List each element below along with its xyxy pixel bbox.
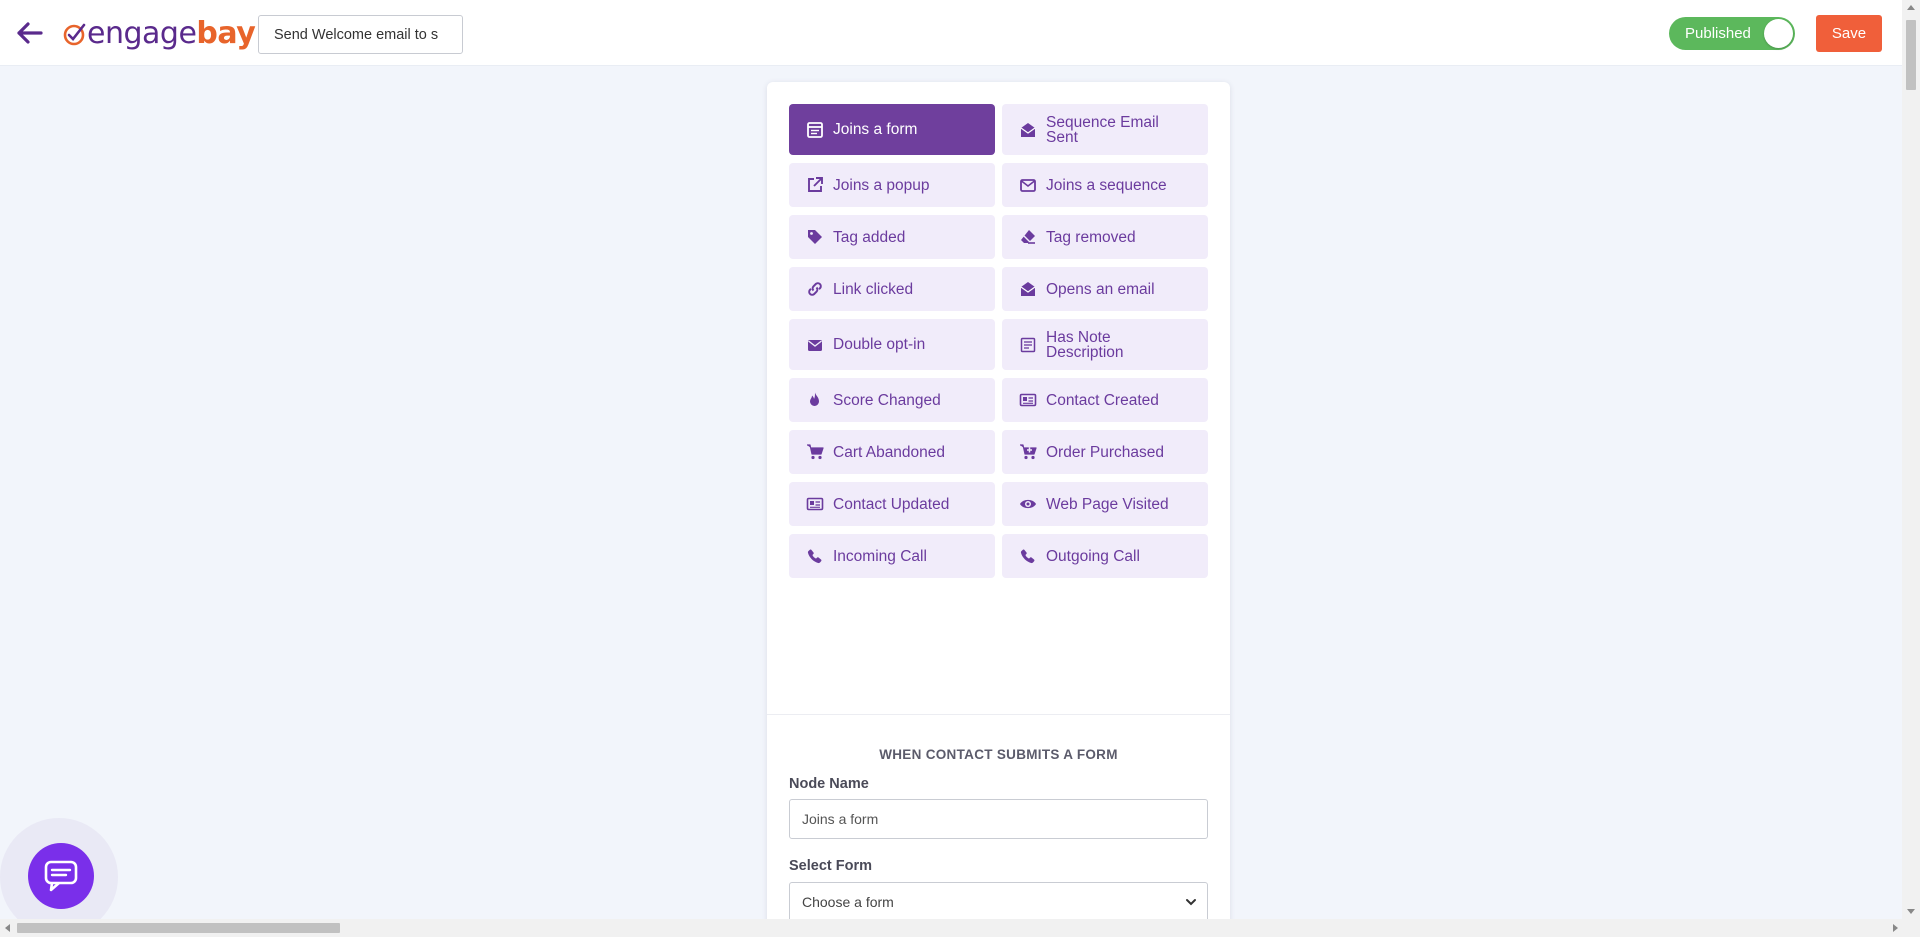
panel-divider [767,714,1230,715]
trigger-label: Order Purchased [1046,443,1165,461]
trigger-joins-a-sequence[interactable]: Joins a sequence [1002,163,1208,207]
contact-card-icon [805,495,825,513]
node-name-input[interactable]: Joins a form [789,799,1208,839]
select-form-label: Select Form [789,858,872,874]
save-button[interactable]: Save [1816,15,1882,52]
horizontal-scrollbar[interactable] [0,919,1920,937]
phone-icon [1018,547,1038,565]
engagebay-logo[interactable]: engage bay [62,14,256,52]
phone-icon [805,547,825,565]
trigger-label: Joins a popup [833,176,930,194]
tag-icon [805,228,825,246]
arrow-left-icon [17,22,43,44]
published-toggle-label: Published [1685,25,1751,42]
trigger-sequence-email-sent[interactable]: Sequence Email Sent [1002,104,1208,155]
note-icon [1018,336,1038,354]
trigger-opens-an-email[interactable]: Opens an email [1002,267,1208,311]
envelope-icon [805,336,825,354]
workflow-title-text: Send Welcome email to s [274,26,439,43]
trigger-contact-created[interactable]: Contact Created [1002,378,1208,422]
vertical-scrollbar[interactable] [1902,0,1920,919]
link-icon [805,280,825,298]
cart-plus-icon [1018,443,1038,461]
node-name-label: Node Name [789,776,869,792]
published-toggle[interactable]: Published [1669,17,1795,50]
trigger-tag-added[interactable]: Tag added [789,215,995,259]
trigger-label: Tag added [833,228,906,246]
logo-text-bay: bay [196,15,256,51]
envelope-open-icon [1018,121,1038,139]
back-button[interactable] [14,18,46,48]
logo-text-engage: engage [87,15,197,51]
form-icon [805,121,825,139]
fire-icon [805,391,825,409]
eye-icon [1018,495,1038,513]
trigger-contact-updated[interactable]: Contact Updated [789,482,995,526]
eraser-icon [1018,228,1038,246]
trigger-label: Score Changed [833,391,941,409]
section-heading: WHEN CONTACT SUBMITS A FORM [879,747,1118,762]
chat-widget-button[interactable] [28,843,94,909]
trigger-cart-abandoned[interactable]: Cart Abandoned [789,430,995,474]
trigger-score-changed[interactable]: Score Changed [789,378,995,422]
envelope-open-icon [1018,280,1038,298]
trigger-label: Contact Created [1046,391,1159,409]
trigger-label: Joins a sequence [1046,176,1167,194]
trigger-label: Web Page Visited [1046,495,1169,513]
trigger-tag-removed[interactable]: Tag removed [1002,215,1208,259]
trigger-joins-a-popup[interactable]: Joins a popup [789,163,995,207]
chat-bubble-icon [44,860,78,892]
chevron-down-icon [1186,899,1196,906]
vertical-scroll-thumb[interactable] [1906,20,1916,90]
trigger-label: Double opt-in [833,336,926,353]
trigger-grid: Joins a form Sequence Email Sent Joins a p… [789,104,1208,586]
trigger-label: Opens an email [1046,280,1155,298]
horizontal-scroll-thumb[interactable] [17,923,340,933]
trigger-outgoing-call[interactable]: Outgoing Call [1002,534,1208,578]
trigger-label: Incoming Call [833,547,927,565]
select-form-dropdown[interactable]: Choose a form [789,882,1208,922]
trigger-label: Sequence Email Sent [1046,113,1159,146]
trigger-label: Link clicked [833,280,914,298]
scroll-right-arrow[interactable] [1893,924,1898,932]
cart-icon [805,443,825,461]
node-name-value: Joins a form [802,811,879,827]
trigger-incoming-call[interactable]: Incoming Call [789,534,995,578]
logo-mark-icon [63,23,86,46]
trigger-joins-a-form[interactable]: Joins a form [789,104,995,155]
trigger-label: Outgoing Call [1046,547,1140,565]
scroll-left-arrow[interactable] [5,924,10,932]
scroll-up-arrow[interactable] [1907,5,1915,10]
toggle-knob [1764,19,1793,48]
trigger-has-note-description[interactable]: Has Note Description [1002,319,1208,370]
trigger-double-opt-in[interactable]: Double opt-in [789,319,995,370]
external-link-icon [805,176,825,194]
contact-card-icon [1018,391,1038,409]
top-header: engage bay Send Welcome email to s Publis… [0,0,1902,66]
select-form-value: Choose a form [802,894,894,910]
trigger-label: Has Note Description [1046,328,1124,361]
trigger-web-page-visited[interactable]: Web Page Visited [1002,482,1208,526]
trigger-panel: Joins a form Sequence Email Sent Joins a p… [767,82,1230,937]
trigger-order-purchased[interactable]: Order Purchased [1002,430,1208,474]
scroll-down-arrow[interactable] [1907,909,1915,914]
trigger-label: Contact Updated [833,495,950,513]
trigger-link-clicked[interactable]: Link clicked [789,267,995,311]
envelope-outline-icon [1018,176,1038,194]
trigger-label: Tag removed [1046,228,1136,246]
trigger-label: Cart Abandoned [833,443,946,461]
trigger-label: Joins a form [833,121,918,138]
workflow-title-input[interactable]: Send Welcome email to s [258,15,463,54]
